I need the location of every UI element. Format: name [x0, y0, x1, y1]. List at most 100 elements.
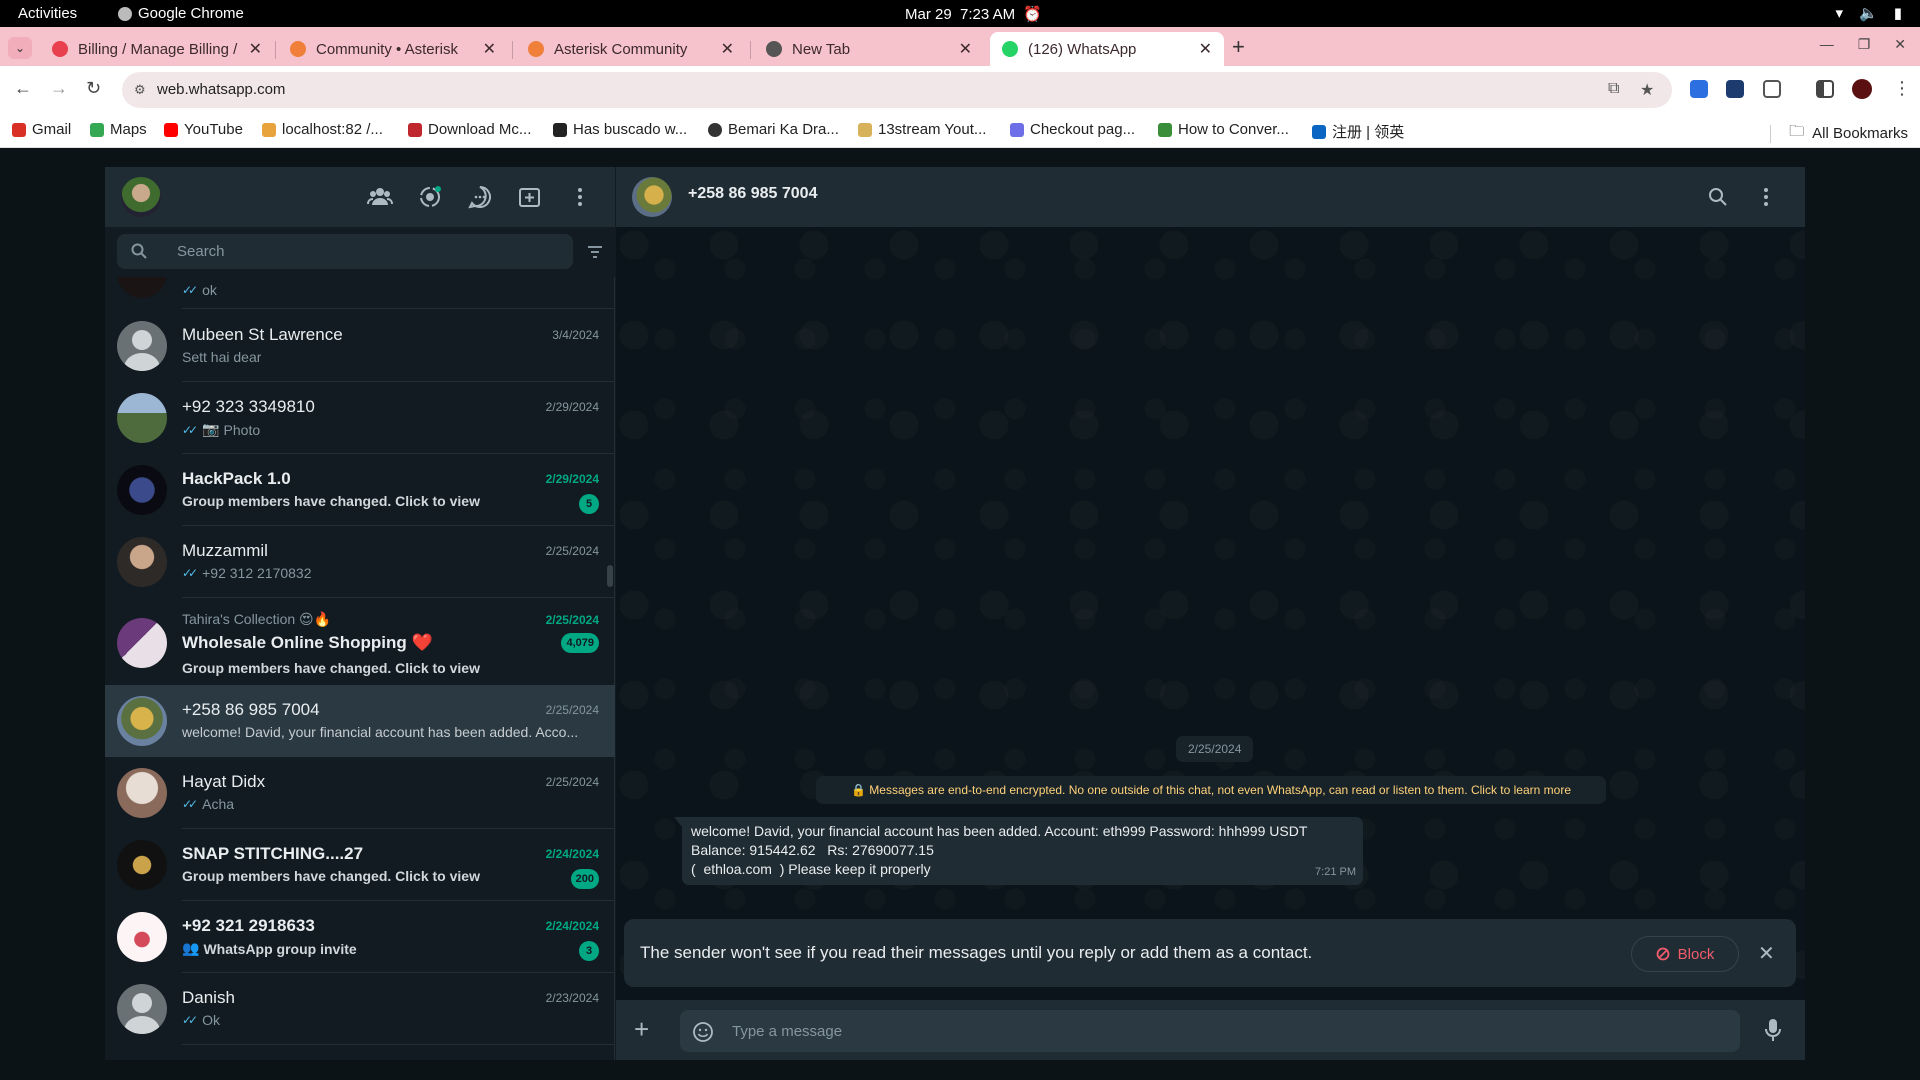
tab-billing[interactable]: Billing / Manage Billing / ✕ [40, 32, 274, 66]
bookmark-youtube[interactable]: YouTube [164, 121, 243, 138]
asterisk-favicon [528, 41, 544, 57]
bookmark-linkedin[interactable]: 注册 | 领英 [1312, 121, 1404, 142]
side-panel-icon[interactable] [1816, 80, 1834, 98]
chat-row[interactable]: Hayat Didx 2/25/2024 ✓✓ Acha [105, 757, 615, 829]
chat-row[interactable]: ✓✓ ok [105, 277, 615, 309]
minimize-icon[interactable]: — [1820, 36, 1834, 53]
chat-list-scrollbar[interactable] [607, 565, 613, 587]
bookmark-gmail[interactable]: Gmail [12, 121, 71, 138]
address-bar[interactable]: ⚙ web.whatsapp.com ⧉ ★ [122, 72, 1672, 108]
extension-icon[interactable] [1690, 80, 1708, 98]
contact-name[interactable]: +258 86 985 7004 [688, 185, 817, 203]
encryption-notice[interactable]: 🔒 Messages are end-to-end encrypted. No … [816, 776, 1606, 804]
conversation-header[interactable]: +258 86 985 7004 [616, 167, 1805, 227]
chat-row[interactable]: Danish 2/23/2024 ✓✓ Ok [105, 973, 615, 1045]
close-tab-icon[interactable]: ✕ [959, 39, 972, 59]
chat-row[interactable]: +92 323 3349810 2/29/2024 ✓✓ 📷 Photo [105, 382, 615, 454]
chat-row[interactable]: Mubeen St Lawrence 3/4/2024 Sett hai dea… [105, 310, 615, 382]
bookmark-has-buscado[interactable]: Has buscado w... [553, 121, 687, 138]
forward-icon[interactable]: → [50, 78, 68, 99]
tab-search-button[interactable]: ⌄ [8, 37, 32, 59]
alarm-icon: ⏰ [1023, 6, 1043, 23]
contact-avatar[interactable] [632, 177, 672, 217]
chat-date: 2/23/2024 [545, 991, 599, 1005]
chat-date: 2/25/2024 [545, 613, 599, 627]
chat-row[interactable]: +92 321 2918633 2/24/2024 👥 WhatsApp grou… [105, 901, 615, 973]
filter-icon[interactable] [587, 245, 603, 259]
search-icon[interactable] [1708, 187, 1728, 207]
chrome-menu-icon[interactable]: ⋮ [1893, 78, 1911, 99]
bookmark-13stream[interactable]: 13stream Yout... [858, 121, 986, 138]
chat-row[interactable]: HackPack 1.0 2/29/2024 Group members hav… [105, 454, 615, 526]
bookmark-localhost[interactable]: localhost:82 /... [262, 121, 383, 138]
new-tab-button[interactable]: + [1232, 34, 1245, 60]
folder-icon: 🗀 [1789, 123, 1805, 140]
bookmark-checkout[interactable]: Checkout pag... [1010, 121, 1135, 138]
close-tab-icon[interactable]: ✕ [249, 39, 262, 59]
system-top-bar: Activities Google Chrome Mar 29 7:23 AM … [0, 0, 1920, 27]
extensions-puzzle-icon[interactable] [1763, 80, 1781, 98]
all-bookmarks-button[interactable]: 🗀 All Bookmarks [1770, 121, 1908, 146]
microphone-icon[interactable] [1764, 1018, 1782, 1042]
attach-plus-icon[interactable]: + [634, 1016, 649, 1042]
search-input[interactable] [177, 234, 557, 269]
close-tab-icon[interactable]: ✕ [721, 39, 734, 59]
block-button[interactable]: Block [1631, 936, 1739, 972]
bookmark-label: Checkout pag... [1030, 121, 1136, 138]
linkedin-icon [1312, 124, 1326, 139]
tab-new-tab[interactable]: New Tab ✕ [754, 32, 984, 66]
chat-row[interactable]: SNAP STITCHING....27 2/24/2024 Group mem… [105, 829, 615, 901]
bookmark-download[interactable]: Download Mc... [408, 121, 531, 138]
status-icon[interactable] [417, 184, 443, 210]
bookmark-bemari[interactable]: Bemari Ka Dra... [708, 121, 839, 138]
bookmark-label: localhost:82 /... [282, 121, 383, 138]
close-tab-icon[interactable]: ✕ [483, 39, 496, 59]
chat-row[interactable]: Muzzammil 2/25/2024 ✓✓ +92 312 2170832 [105, 526, 615, 598]
bookmark-label: Bemari Ka Dra... [728, 121, 839, 138]
asterisk-favicon [290, 41, 306, 57]
clock[interactable]: Mar 29 7:23 AM ⏰ [905, 5, 1042, 23]
restore-icon[interactable]: ❐ [1858, 36, 1871, 53]
system-tray[interactable]: ▾ 🔈 ▮ [1836, 4, 1902, 22]
activities-button[interactable]: Activities [18, 5, 77, 22]
incoming-message[interactable]: welcome! David, your financial account h… [674, 817, 1363, 885]
channels-icon[interactable] [467, 184, 493, 210]
chat-row-selected[interactable]: +258 86 985 7004 2/25/2024 welcome! Davi… [105, 685, 615, 757]
install-app-icon[interactable]: ⧉ [1608, 80, 1619, 98]
close-tab-icon[interactable]: ✕ [1199, 39, 1212, 59]
profile-avatar[interactable] [1852, 79, 1872, 99]
message-time: 7:21 PM [1315, 866, 1356, 878]
bookmark-star-icon[interactable]: ★ [1640, 80, 1654, 100]
group-label: Tahira's Collection 😍🔥 [182, 611, 332, 627]
close-window-icon[interactable]: ✕ [1894, 36, 1906, 53]
chat-row[interactable]: Tahira's Collection 😍🔥 Wholesale Online … [105, 598, 615, 688]
site-info-icon[interactable]: ⚙ [134, 82, 146, 98]
chrome-favicon [766, 41, 782, 57]
bookmark-how-to-convert[interactable]: How to Conver... [1158, 121, 1289, 138]
extension-icon[interactable] [1726, 80, 1744, 98]
emoji-icon[interactable] [692, 1021, 714, 1043]
tab-asterisk-community[interactable]: Asterisk Community ✕ [516, 32, 746, 66]
chrome-icon [118, 6, 132, 21]
bookmark-maps[interactable]: Maps [90, 121, 147, 138]
contact-avatar [117, 912, 167, 962]
app-menu[interactable]: Google Chrome [118, 5, 244, 22]
menu-icon[interactable] [1756, 185, 1776, 209]
my-profile-avatar[interactable] [121, 177, 161, 217]
communities-icon[interactable] [367, 184, 393, 210]
message-input[interactable] [732, 1010, 1722, 1052]
read-ticks-icon: ✓✓ [182, 566, 198, 580]
chat-list: ✓✓ ok Mubeen St Lawrence 3/4/2024 Sett ha… [105, 277, 615, 1060]
tab-title: Community • Asterisk [316, 40, 458, 58]
new-chat-icon[interactable] [517, 184, 543, 210]
tab-whatsapp[interactable]: (126) WhatsApp ✕ [990, 32, 1224, 66]
menu-icon[interactable] [567, 184, 593, 210]
lock-icon: 🔒 [851, 783, 870, 797]
back-icon[interactable]: ← [14, 78, 32, 99]
chat-preview: ✓✓ +92 312 2170832 [182, 565, 312, 581]
group-avatar [117, 465, 167, 515]
close-icon[interactable]: ✕ [1758, 941, 1775, 966]
contact-avatar [117, 537, 167, 587]
reload-icon[interactable]: ↻ [86, 78, 101, 99]
tab-community-asterisk[interactable]: Community • Asterisk ✕ [278, 32, 508, 66]
